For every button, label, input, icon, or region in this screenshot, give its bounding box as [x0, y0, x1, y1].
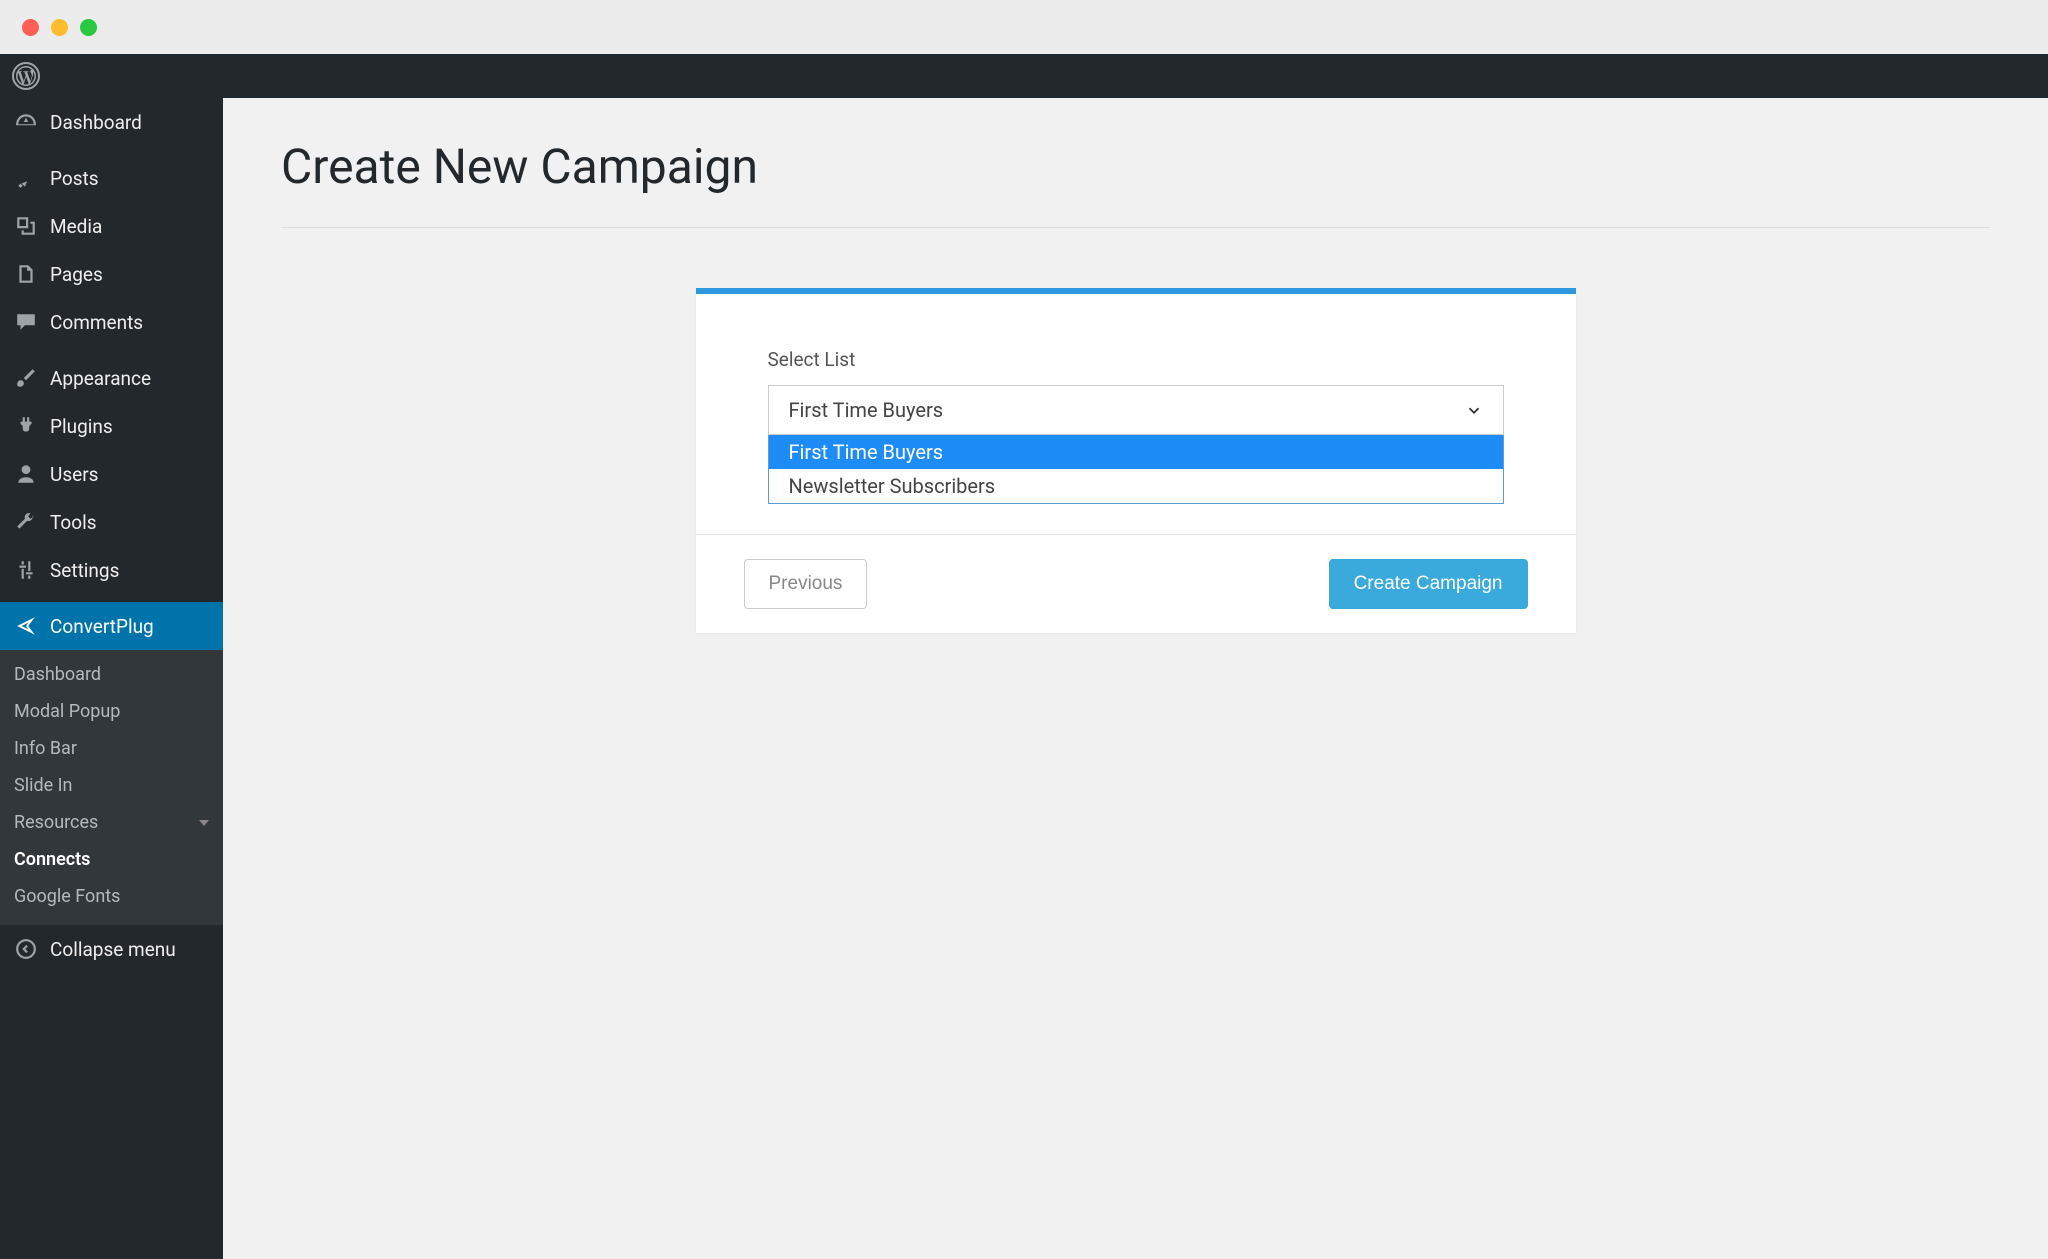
- comments-icon: [14, 310, 38, 334]
- collapse-icon: [14, 937, 38, 961]
- wp-admin-bar: [0, 54, 2048, 98]
- campaign-panel: Select List First Time Buyers First Time…: [696, 288, 1576, 633]
- admin-sidebar: Dashboard Posts Media Pages Comment: [0, 98, 223, 1259]
- sidebar-item-tools[interactable]: Tools: [0, 498, 223, 546]
- sidebar-item-convertplug[interactable]: ConvertPlug: [0, 602, 223, 650]
- chevron-down-icon: [1465, 401, 1483, 419]
- sidebar-item-users[interactable]: Users: [0, 450, 223, 498]
- dashboard-icon: [14, 110, 38, 134]
- brush-icon: [14, 366, 38, 390]
- divider: [281, 227, 1990, 228]
- sub-item-info-bar[interactable]: Info Bar: [0, 730, 223, 767]
- sub-item-dashboard[interactable]: Dashboard: [0, 656, 223, 693]
- close-window-button[interactable]: [22, 19, 39, 36]
- convertplug-submenu: Dashboard Modal Popup Info Bar Slide In …: [0, 650, 223, 925]
- sidebar-item-comments[interactable]: Comments: [0, 298, 223, 346]
- dropdown-option-newsletter-subscribers[interactable]: Newsletter Subscribers: [769, 469, 1503, 503]
- sidebar-label: Appearance: [50, 367, 151, 390]
- previous-button[interactable]: Previous: [744, 559, 868, 609]
- sidebar-label: Collapse menu: [50, 938, 176, 961]
- sidebar-item-appearance[interactable]: Appearance: [0, 354, 223, 402]
- sidebar-item-plugins[interactable]: Plugins: [0, 402, 223, 450]
- sidebar-label: Posts: [50, 167, 99, 190]
- sidebar-label: Users: [50, 463, 98, 486]
- sidebar-item-media[interactable]: Media: [0, 202, 223, 250]
- mac-titlebar: [0, 0, 2048, 54]
- sub-item-connects[interactable]: Connects: [0, 841, 223, 878]
- plug-icon: [14, 414, 38, 438]
- selected-value: First Time Buyers: [789, 398, 944, 422]
- maximize-window-button[interactable]: [80, 19, 97, 36]
- sidebar-label: Media: [50, 215, 102, 238]
- pin-icon: [14, 166, 38, 190]
- create-campaign-button[interactable]: Create Campaign: [1329, 559, 1528, 609]
- sidebar-item-collapse[interactable]: Collapse menu: [0, 925, 223, 973]
- sidebar-item-dashboard[interactable]: Dashboard: [0, 98, 223, 146]
- sidebar-label: Tools: [50, 511, 97, 534]
- wrench-icon: [14, 510, 38, 534]
- sidebar-item-pages[interactable]: Pages: [0, 250, 223, 298]
- sub-item-google-fonts[interactable]: Google Fonts: [0, 878, 223, 915]
- media-icon: [14, 214, 38, 238]
- sidebar-label: Dashboard: [50, 111, 142, 134]
- select-list-dropdown[interactable]: First Time Buyers: [768, 385, 1504, 435]
- sidebar-item-posts[interactable]: Posts: [0, 154, 223, 202]
- sidebar-item-settings[interactable]: Settings: [0, 546, 223, 594]
- sidebar-label: ConvertPlug: [50, 615, 154, 638]
- chevron-down-icon: [199, 820, 209, 826]
- settings-icon: [14, 558, 38, 582]
- main-content: Create New Campaign Select List First Ti…: [223, 98, 2048, 1259]
- pages-icon: [14, 262, 38, 286]
- dropdown-list: First Time Buyers Newsletter Subscribers: [768, 435, 1504, 504]
- sidebar-label: Settings: [50, 559, 119, 582]
- user-icon: [14, 462, 38, 486]
- wordpress-logo-icon[interactable]: [12, 62, 40, 90]
- minimize-window-button[interactable]: [51, 19, 68, 36]
- dropdown-option-first-time-buyers[interactable]: First Time Buyers: [769, 435, 1503, 469]
- page-title: Create New Campaign: [281, 138, 1990, 195]
- select-list-label: Select List: [768, 348, 1504, 371]
- sub-item-slide-in[interactable]: Slide In: [0, 767, 223, 804]
- sub-item-resources[interactable]: Resources: [0, 804, 223, 841]
- sidebar-label: Pages: [50, 263, 103, 286]
- sidebar-label: Comments: [50, 311, 143, 334]
- sidebar-label: Plugins: [50, 415, 113, 438]
- sub-item-modal-popup[interactable]: Modal Popup: [0, 693, 223, 730]
- convertplug-icon: [14, 614, 38, 638]
